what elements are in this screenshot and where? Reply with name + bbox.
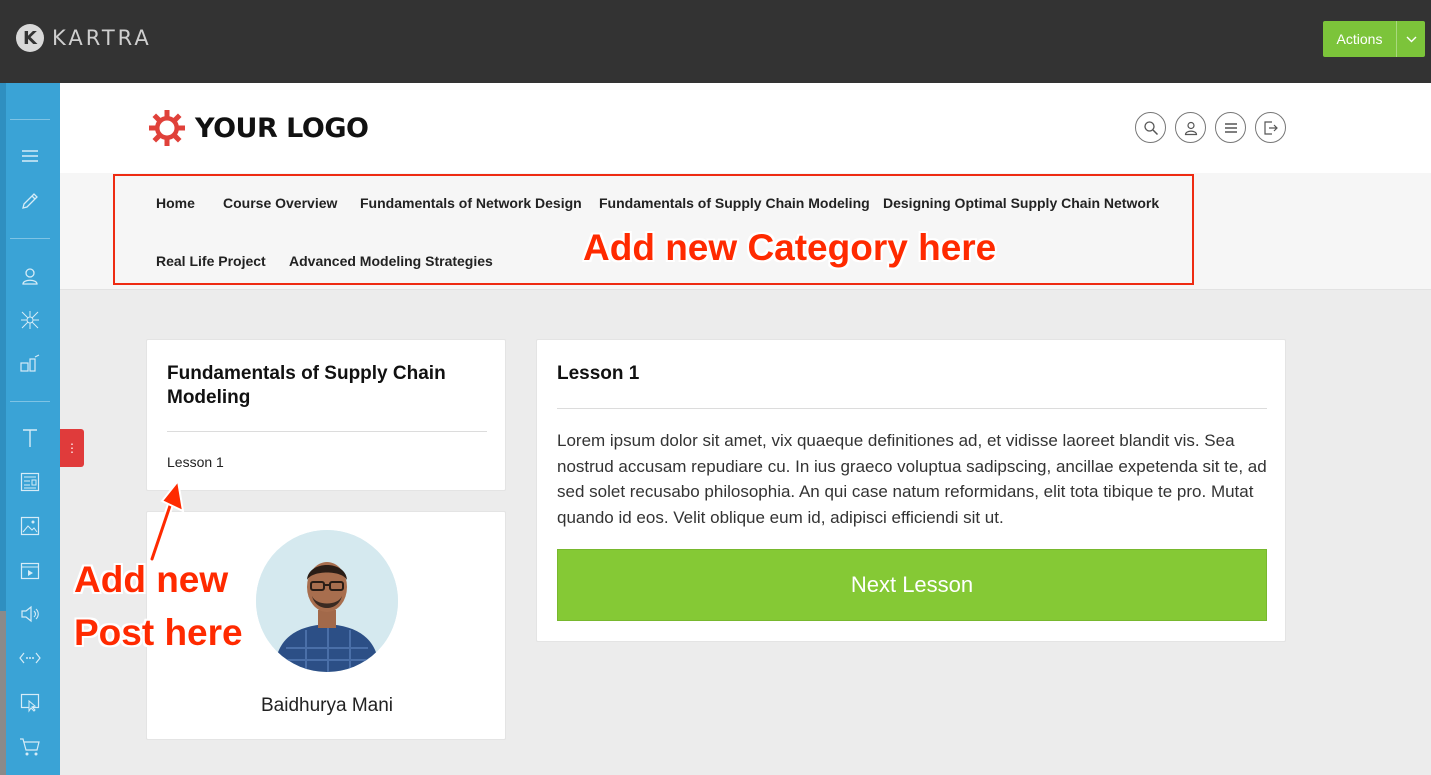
funnel-icon[interactable] — [18, 352, 42, 376]
logout-icon[interactable] — [1255, 112, 1286, 143]
logo-text: YOUR LOGO — [195, 112, 369, 144]
chevron-down-icon[interactable] — [1397, 21, 1425, 57]
lesson-title: Lesson 1 — [557, 363, 640, 384]
brand-name: KARTRA — [52, 26, 152, 50]
click-icon[interactable] — [18, 691, 42, 715]
actions-button[interactable]: Actions — [1323, 21, 1425, 57]
image-icon[interactable] — [18, 514, 42, 538]
page-canvas: YOUR LOGO Home Course Overview Fundament… — [60, 83, 1431, 775]
user-icon[interactable] — [1175, 112, 1206, 143]
next-lesson-button[interactable]: Next Lesson — [557, 549, 1267, 621]
lesson-body: Lorem ipsum dolor sit amet, vix quaeque … — [557, 431, 1267, 527]
code-icon[interactable] — [18, 646, 42, 670]
kartra-logo-icon: K — [16, 24, 44, 52]
divider — [557, 408, 1267, 409]
post-callout-line1: Add new — [74, 559, 229, 600]
audio-icon[interactable] — [18, 602, 42, 626]
gear-icon — [149, 110, 185, 146]
post-callout-line2: Post here — [74, 612, 243, 653]
category-nav: Home Course Overview Fundamentals of Net… — [60, 173, 1431, 290]
category-callout: Add new Category here — [583, 227, 997, 268]
lesson-link[interactable]: Lesson 1 — [167, 454, 224, 470]
avatar — [256, 530, 398, 672]
category-title: Fundamentals of Supply Chain Modeling — [167, 363, 446, 408]
sidebar-divider — [10, 238, 50, 239]
section-handle[interactable]: ⋮ — [60, 429, 84, 467]
sidebar-divider — [10, 119, 50, 120]
menu-icon[interactable] — [1215, 112, 1246, 143]
network-icon[interactable] — [18, 308, 42, 332]
user-icon[interactable] — [18, 264, 42, 288]
category-card: Fundamentals of Supply Chain Modeling Le… — [146, 339, 506, 491]
site-header: YOUR LOGO — [60, 83, 1431, 173]
top-bar: K KARTRA Actions — [0, 0, 1431, 83]
divider — [167, 431, 487, 432]
sidebar-scroll-track[interactable] — [0, 611, 6, 775]
cart-icon[interactable] — [18, 735, 42, 759]
site-logo[interactable]: YOUR LOGO — [149, 110, 369, 146]
kartra-brand[interactable]: K KARTRA — [16, 24, 152, 52]
editor-sidebar — [0, 83, 60, 775]
video-icon[interactable] — [18, 559, 42, 583]
search-icon[interactable] — [1135, 112, 1166, 143]
arrow-up-icon — [148, 479, 185, 563]
menu-icon[interactable] — [18, 144, 42, 168]
author-name: Baidhurya Mani — [260, 695, 394, 716]
text-icon[interactable] — [18, 426, 42, 450]
pencil-icon[interactable] — [18, 189, 42, 213]
actions-label: Actions — [1323, 21, 1397, 57]
sidebar-divider — [10, 401, 50, 402]
lesson-card: Lesson 1 Lorem ipsum dolor sit amet, vix… — [536, 339, 1286, 642]
layout-icon[interactable] — [18, 470, 42, 494]
